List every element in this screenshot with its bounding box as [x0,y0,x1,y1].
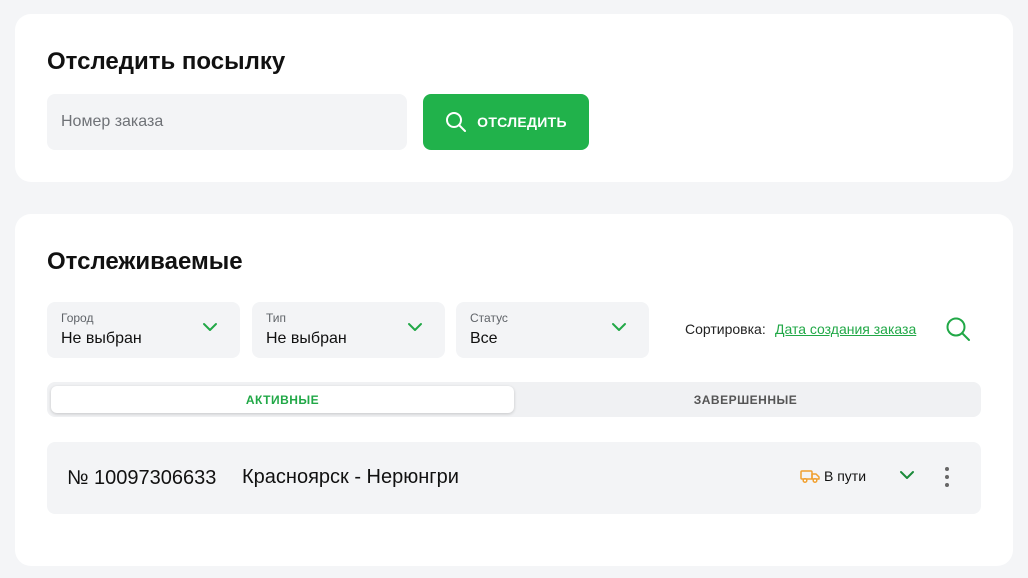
order-number: № 10097306633 [67,467,217,489]
order-status-tabs: АКТИВНЫЕ ЗАВЕРШЕННЫЕ [47,382,981,417]
track-button[interactable]: ОТСЛЕДИТЬ [423,94,589,150]
tracked-parcels-card: Отслеживаемые Город Не выбран Тип Не выб… [15,214,1013,566]
order-number-input[interactable] [47,94,407,150]
status-filter[interactable]: Статус Все [456,302,649,358]
status-filter-label: Статус [470,311,508,325]
order-route: Красноярск - Нерюнгри [242,466,459,488]
tab-active[interactable]: АКТИВНЫЕ [51,386,514,413]
city-filter-value: Не выбран [61,330,142,347]
order-status-text: В пути [824,468,867,484]
track-button-label: ОТСЛЕДИТЬ [477,114,567,130]
chevron-down-icon [611,322,627,332]
chevron-down-icon [202,322,218,332]
list-search-icon[interactable] [945,316,971,342]
city-filter-label: Город [61,311,94,325]
tracked-parcels-title: Отслеживаемые [47,248,243,275]
status-filter-value: Все [470,330,498,347]
more-vertical-icon[interactable] [944,466,950,488]
tab-completed[interactable]: ЗАВЕРШЕННЫЕ [514,386,977,413]
track-parcel-title: Отследить посылку [47,48,286,75]
type-filter-value: Не выбран [266,330,347,347]
order-row[interactable]: № 10097306633 Красноярск - Нерюнгри В пу… [47,442,981,514]
type-filter[interactable]: Тип Не выбран [252,302,445,358]
chevron-down-icon [407,322,423,332]
truck-icon [800,468,820,484]
city-filter[interactable]: Город Не выбран [47,302,240,358]
sort-label: Сортировка: [685,321,766,337]
type-filter-label: Тип [266,311,287,325]
search-icon [445,111,467,133]
track-parcel-card: Отследить посылку ОТСЛЕДИТЬ [15,14,1013,182]
sort-option-link[interactable]: Дата создания заказа [775,321,916,337]
chevron-down-icon[interactable] [899,469,915,481]
order-status-badge: В пути [800,468,866,484]
